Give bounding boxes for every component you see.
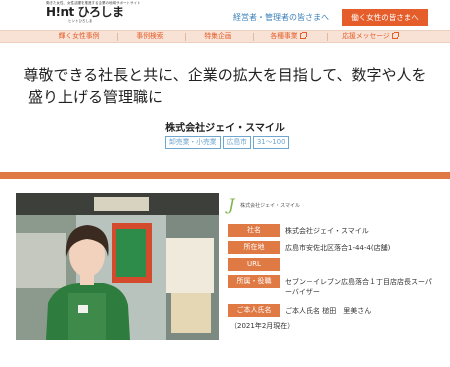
headline-line: 盛り上げる管理職に bbox=[28, 88, 164, 106]
info-row-url: URL bbox=[228, 258, 438, 272]
site-header: 働きた女性、女性活躍を推進する企業の地域サポートサイト H!nt ひろしま ヒン… bbox=[0, 0, 450, 30]
nav-item-search[interactable]: 事例検索 bbox=[124, 31, 176, 42]
info-row-person: ご本人氏名 ご本人氏名 槌田 里美さん bbox=[228, 304, 438, 318]
nav-divider bbox=[253, 33, 254, 41]
tag-industry[interactable]: 卸売業・小売業 bbox=[165, 136, 221, 149]
date-note: （2021年2月現在） bbox=[230, 322, 295, 330]
external-link-icon bbox=[299, 32, 307, 39]
corporate-logo-mark-icon: J bbox=[228, 195, 235, 214]
profile-photo bbox=[16, 193, 219, 340]
women-button[interactable]: 働く女性の皆さまへ bbox=[342, 9, 428, 26]
headline-line: 尊敬できる社長と共に、企業の拡大を目指して、数字や人を bbox=[23, 66, 427, 84]
nav-label: 事例検索 bbox=[136, 32, 164, 40]
nav-label: 輝く女性事例 bbox=[58, 32, 100, 40]
nav-divider bbox=[327, 33, 328, 41]
corporate-logo-text: 株式会社ジェイ・スマイル bbox=[240, 202, 300, 209]
info-value[interactable] bbox=[285, 258, 438, 260]
info-label: 社名 bbox=[228, 224, 280, 237]
external-link-icon bbox=[391, 32, 399, 39]
logo-title: H!nt ひろしま bbox=[46, 5, 124, 19]
main-nav: 輝く女性事例 事例検索 特集企画 各種事業 応援メッセージ bbox=[0, 30, 450, 43]
info-value: セブン－イレブン広島落合１丁目店店長スーパーバイザー bbox=[285, 277, 432, 296]
info-label: ご本人氏名 bbox=[228, 304, 280, 317]
corporate-logo: J 株式会社ジェイ・スマイル bbox=[228, 194, 300, 216]
nav-divider bbox=[117, 33, 118, 41]
info-row-company: 社名 株式会社ジェイ・スマイル bbox=[228, 224, 438, 238]
nav-item-features[interactable]: 特集企画 bbox=[192, 31, 244, 42]
info-label: URL bbox=[228, 258, 280, 271]
nav-label: 応援メッセージ bbox=[342, 32, 390, 40]
site-logo[interactable]: 働きた女性、女性活躍を推進する企業の地域サポートサイト H!nt ひろしま ヒン… bbox=[46, 1, 141, 29]
tag-list: 卸売業・小売業 広島市 31～100 bbox=[165, 136, 290, 149]
nav-item-messages[interactable]: 応援メッセージ bbox=[334, 31, 406, 42]
info-row-position: 所属・役職 セブン－イレブン広島落合１丁目店店長スーパーバイザー bbox=[228, 275, 438, 299]
tag-location[interactable]: 広島市 bbox=[222, 136, 251, 149]
info-value: ご本人氏名 槌田 里美さん bbox=[285, 306, 372, 315]
info-label: 所属・役職 bbox=[228, 275, 280, 288]
company-name: 株式会社ジェイ・スマイル bbox=[165, 123, 285, 134]
nav-item-projects[interactable]: 各種事業 bbox=[258, 31, 318, 42]
nav-label: 特集企画 bbox=[204, 32, 232, 40]
nav-label: 各種事業 bbox=[270, 32, 298, 40]
nav-item-cases[interactable]: 輝く女性事例 bbox=[49, 31, 109, 42]
section-divider bbox=[0, 172, 450, 179]
info-value: 広島市安佐北区落合1-44-4(店舗) bbox=[285, 243, 391, 252]
info-label: 所在地 bbox=[228, 241, 280, 254]
info-value: 株式会社ジェイ・スマイル bbox=[285, 226, 369, 235]
article-headline: 尊敬できる社長と共に、企業の拡大を目指して、数字や人を 盛り上げる管理職に bbox=[0, 64, 450, 108]
info-row-address: 所在地 広島市安佐北区落合1-44-4(店舗) bbox=[228, 241, 438, 255]
nav-divider bbox=[185, 33, 186, 41]
managers-link[interactable]: 経営者・管理者の皆さまへ bbox=[233, 12, 329, 23]
logo-subtitle: ヒントひろしま bbox=[68, 19, 93, 23]
tag-size[interactable]: 31～100 bbox=[252, 136, 290, 149]
